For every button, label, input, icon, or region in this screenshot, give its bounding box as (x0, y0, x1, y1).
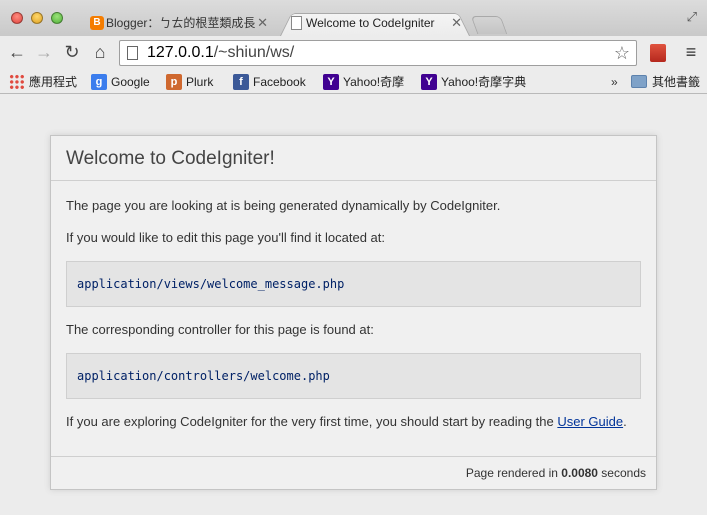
close-window-button[interactable] (11, 12, 23, 24)
user-guide-paragraph: If you are exploring CodeIgniter for the… (66, 413, 641, 431)
address-bar[interactable]: 127.0.0.1/~shiun/ws/ ☆ (119, 40, 637, 66)
bookmark-star-icon[interactable]: ☆ (614, 42, 630, 64)
bookmark-label: Yahoo!奇摩 (343, 75, 405, 89)
welcome-container: Welcome to CodeIgniter! The page you are… (50, 135, 657, 490)
page-icon (127, 46, 138, 60)
user-guide-text: If you are exploring CodeIgniter for the… (66, 414, 558, 429)
bookmark-label: Plurk (186, 75, 214, 89)
reload-icon[interactable]: ↻ (60, 40, 84, 64)
url-text[interactable]: 127.0.0.1/~shiun/ws/ (147, 43, 294, 63)
zoom-window-button[interactable] (51, 12, 63, 24)
apps-icon (9, 74, 25, 90)
intro-paragraph: The page you are looking at is being gen… (66, 198, 501, 213)
render-time-footer: Page rendered in 0.0080 seconds (51, 456, 656, 489)
controller-path-code: application/controllers/welcome.php (66, 353, 641, 399)
tab-blogger[interactable]: B Blogger：ㄅㄊ的根莖類成長日記 ✕ (80, 10, 276, 36)
user-guide-period: . (623, 414, 627, 429)
plurk-icon: p (166, 74, 182, 90)
view-location-paragraph: If you would like to edit this page you'… (66, 230, 386, 245)
bookmark-plurk[interactable]: p Plurk (166, 73, 213, 91)
bookmark-label: Google (111, 75, 150, 89)
close-icon[interactable]: ✕ (451, 10, 462, 36)
bookmark-apps[interactable]: 應用程式 (9, 73, 77, 91)
bookmark-label: Yahoo!奇摩字典 (441, 75, 527, 89)
bookmark-facebook[interactable]: f Facebook (233, 73, 306, 91)
bookmark-yahoo[interactable]: Y Yahoo!奇摩 (323, 73, 404, 91)
bookmark-yahoo-dictionary[interactable]: Y Yahoo!奇摩字典 (421, 73, 526, 91)
bookmark-label: 應用程式 (29, 75, 78, 89)
blogger-icon: B (90, 16, 104, 30)
page-title: Welcome to CodeIgniter! (51, 136, 656, 181)
menu-icon[interactable]: ≡ (681, 40, 701, 64)
user-guide-link[interactable]: User Guide (557, 414, 623, 429)
bookmarks-bar: 應用程式 g Google p Plurk f Facebook Y Yahoo… (0, 70, 707, 94)
page-icon (291, 16, 302, 30)
controller-location-paragraph: The corresponding controller for this pa… (66, 322, 374, 337)
close-icon[interactable]: ✕ (257, 10, 268, 36)
new-tab-button[interactable] (470, 16, 508, 34)
facebook-icon: f (233, 74, 249, 90)
window-titlebar: B Blogger：ㄅㄊ的根莖類成長日記 ✕ Welcome to CodeIg… (0, 0, 707, 36)
footer-text: Page rendered in (465, 466, 562, 480)
back-arrow-icon[interactable]: ← (5, 40, 29, 64)
google-icon: g (91, 74, 107, 90)
page-body: The page you are looking at is being gen… (51, 197, 656, 431)
minimize-window-button[interactable] (31, 12, 43, 24)
browser-toolbar: ← → ↻ ⌂ 127.0.0.1/~shiun/ws/ ☆ ≡ (0, 36, 707, 70)
bookmark-google[interactable]: g Google (91, 73, 150, 91)
other-bookmarks[interactable]: 其他書籤 (652, 73, 700, 91)
tab-codeigniter[interactable]: Welcome to CodeIgniter ✕ (280, 10, 470, 36)
page-viewport: Welcome to CodeIgniter! The page you are… (0, 95, 707, 515)
fullscreen-icon[interactable]: ⤢ (687, 9, 697, 25)
tab-label: Blogger：ㄅㄊ的根莖類成長日記 (106, 16, 256, 30)
yahoo-icon: Y (323, 74, 339, 90)
more-bookmarks-chevron[interactable]: » (611, 73, 618, 91)
home-icon[interactable]: ⌂ (88, 40, 112, 64)
yahoo-icon: Y (421, 74, 437, 90)
tab-label: Welcome to CodeIgniter (306, 16, 435, 30)
url-path: /~shiun/ws/ (213, 44, 295, 61)
bookmark-label: Facebook (253, 75, 306, 89)
folder-icon (631, 75, 647, 88)
render-time: 0.0080 (561, 466, 598, 480)
forward-arrow-icon[interactable]: → (32, 40, 56, 64)
extension-icon[interactable] (650, 44, 666, 62)
url-host: 127.0.0.1 (147, 44, 214, 61)
view-path-code: application/views/welcome_message.php (66, 261, 641, 307)
footer-unit: seconds (597, 466, 646, 480)
